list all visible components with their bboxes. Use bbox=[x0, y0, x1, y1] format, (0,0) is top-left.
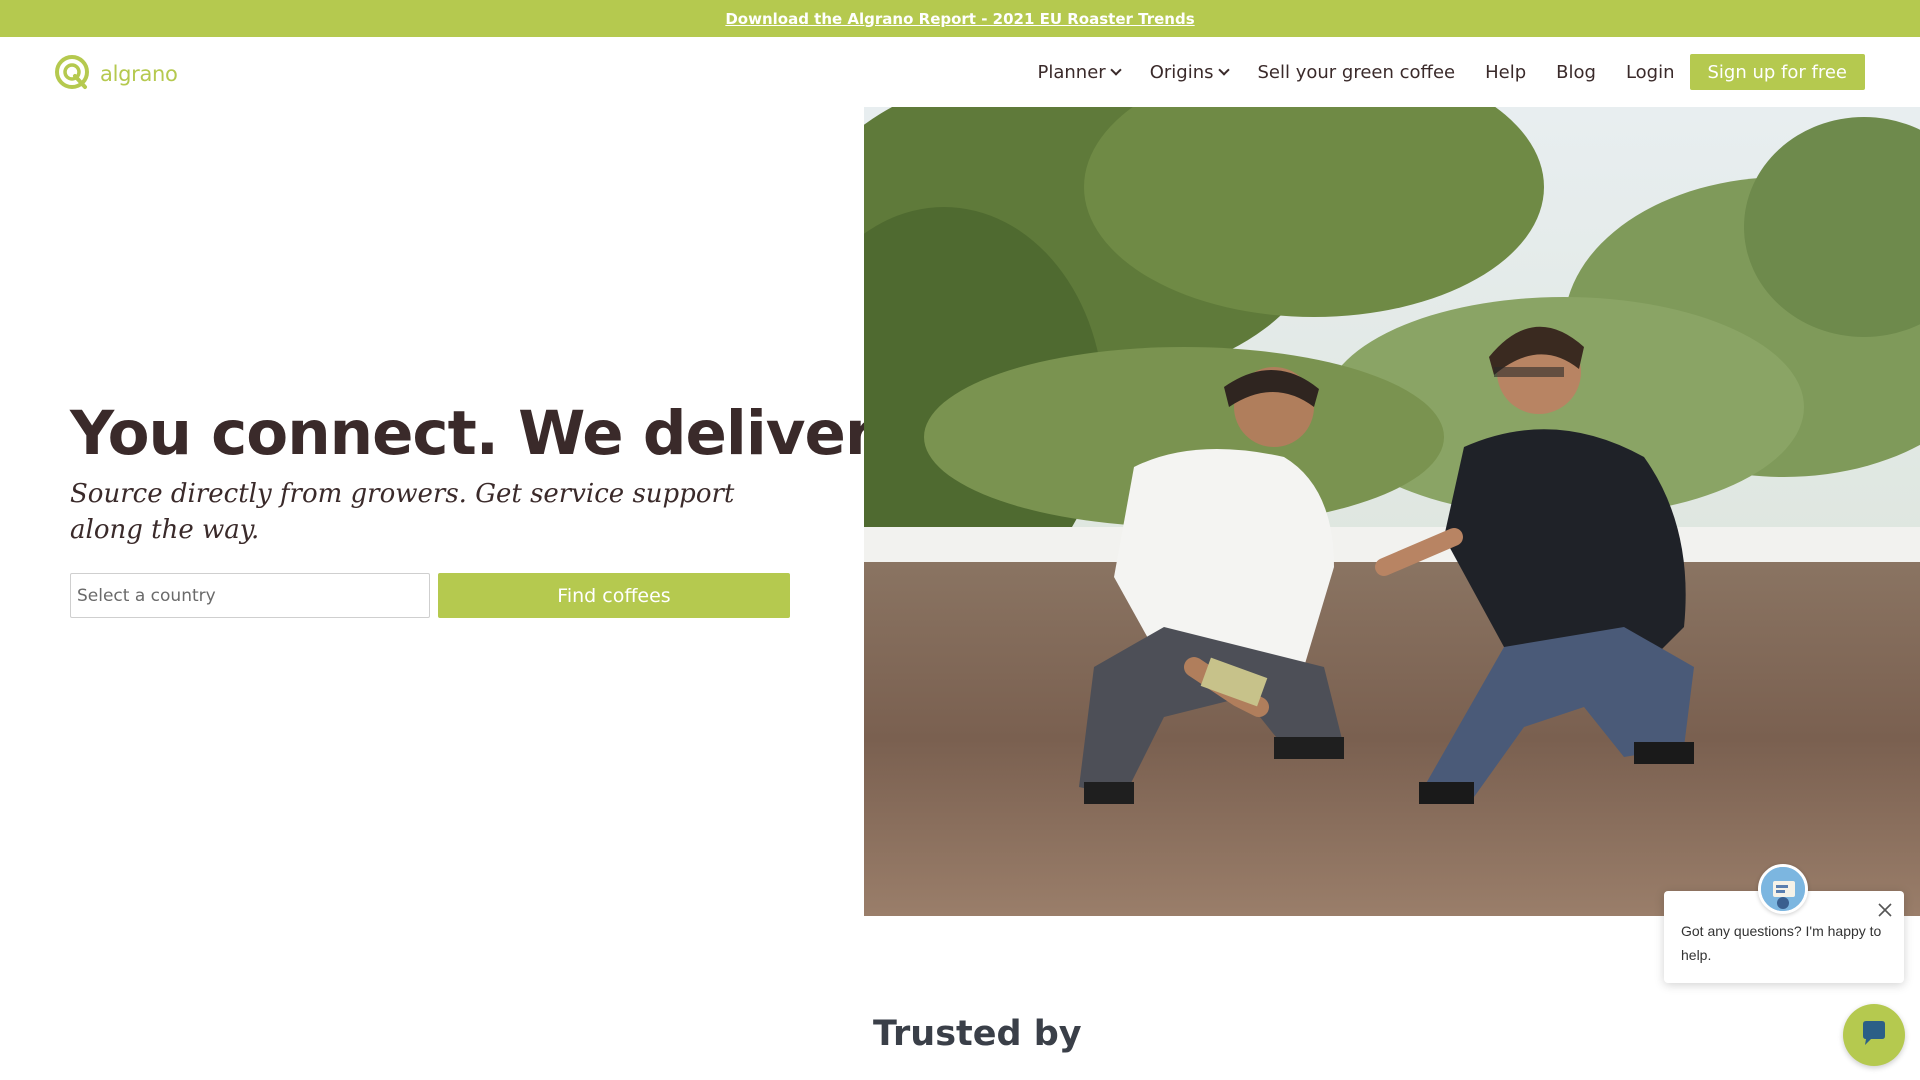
find-coffees-button[interactable]: Find coffees bbox=[438, 573, 790, 618]
chevron-down-icon bbox=[1110, 63, 1122, 76]
hero-subtitle: Source directly from growers. Get servic… bbox=[70, 479, 735, 545]
algrano-q-logo-icon bbox=[54, 54, 90, 94]
algrano-logo[interactable]: algrano bbox=[54, 54, 178, 94]
hero-title: You connect. We deliver. bbox=[70, 398, 888, 469]
nav-help[interactable]: Help bbox=[1485, 62, 1526, 83]
logo-wordmark: algrano bbox=[100, 62, 178, 86]
nav-login[interactable]: Login bbox=[1626, 62, 1675, 83]
country-select-input[interactable] bbox=[70, 573, 430, 618]
main-nav: Planner Origins Sell your green coffee H… bbox=[1038, 54, 1865, 90]
top-announcement-banner: Download the Algrano Report - 2021 EU Ro… bbox=[0, 0, 1920, 37]
nav-origins[interactable]: Origins bbox=[1149, 61, 1230, 83]
chat-launcher-button[interactable] bbox=[1843, 1004, 1905, 1066]
chat-message: Got any questions? I'm happy to help. bbox=[1681, 923, 1882, 963]
nav-sell-green-coffee[interactable]: Sell your green coffee bbox=[1258, 62, 1456, 83]
nav-planner-label: Planner bbox=[1037, 61, 1106, 83]
chat-bubble-icon bbox=[1859, 1018, 1889, 1052]
signup-button[interactable]: Sign up for free bbox=[1689, 54, 1865, 90]
nav-planner[interactable]: Planner bbox=[1037, 61, 1122, 83]
nav-origins-label: Origins bbox=[1149, 61, 1214, 83]
close-icon[interactable] bbox=[1876, 901, 1894, 919]
chat-avatar bbox=[1758, 864, 1808, 914]
trusted-by-heading: Trusted by bbox=[873, 1014, 1082, 1054]
chevron-down-icon bbox=[1217, 63, 1230, 76]
hero-photo-coffee-drying bbox=[864, 107, 1920, 916]
nav-blog[interactable]: Blog bbox=[1556, 62, 1596, 83]
report-download-link[interactable]: Download the Algrano Report - 2021 EU Ro… bbox=[725, 10, 1194, 28]
site-header: algrano Planner Origins Sell your green … bbox=[0, 37, 1920, 107]
